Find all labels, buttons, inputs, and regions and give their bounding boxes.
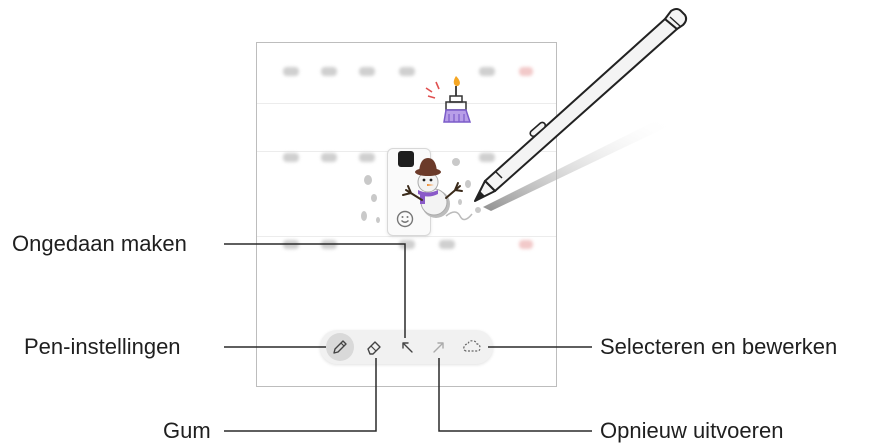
callout-redo-label: Opnieuw uitvoeren — [600, 418, 784, 443]
callout-select-edit-label: Selecteren en bewerken — [600, 334, 838, 359]
callout-pen-settings-label: Pen-instellingen — [24, 334, 181, 359]
callout-lines — [224, 243, 592, 432]
callout-eraser-label: Gum — [163, 418, 211, 443]
callout-undo-label: Ongedaan maken — [12, 231, 187, 256]
